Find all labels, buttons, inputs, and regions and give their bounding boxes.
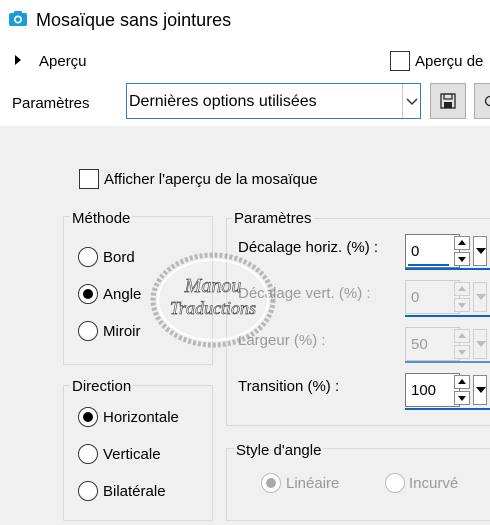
vertical-offset-spin-up-icon <box>454 282 470 296</box>
preset-select[interactable]: Dernières options utilisées <box>126 83 421 119</box>
app-camera-icon <box>9 11 27 26</box>
width-input: 50 <box>405 327 460 361</box>
show-tile-preview-label: Afficher l'aperçu de la mosaïque <box>104 171 318 188</box>
vertical-offset-value: 0 <box>411 289 420 306</box>
chevron-down-icon <box>406 98 418 106</box>
floppy-save-icon <box>440 93 456 109</box>
corner-label-lineaire: Linéaire <box>286 475 340 492</box>
preset-selected-value: Dernières options utilisées <box>129 93 317 110</box>
method-radio-miroir[interactable] <box>78 321 98 341</box>
corner-style-group-title: Style d'angle <box>234 442 324 459</box>
vertical-offset-slider-track <box>405 315 490 317</box>
corner-radio-incurve <box>385 473 405 493</box>
horizontal-offset-spin-up-icon[interactable] <box>454 236 470 250</box>
preset-options-button[interactable] <box>474 83 490 119</box>
method-group-title: Méthode <box>70 210 133 227</box>
presets-label: Paramètres <box>12 95 90 112</box>
preset-dropdown-button[interactable] <box>402 84 420 118</box>
save-preset-button[interactable] <box>430 83 466 119</box>
method-radio-angle[interactable] <box>78 284 98 304</box>
watermark-line2: Traductions <box>170 298 256 318</box>
parameters-group-title: Paramètres <box>232 210 314 227</box>
watermark-logo: Manou Traductions <box>150 252 276 348</box>
vertical-offset-input: 0 <box>405 280 460 314</box>
transition-input[interactable]: 100 <box>405 373 460 407</box>
vertical-offset-spin-down-icon <box>454 298 470 312</box>
corner-radio-lineaire <box>261 473 281 493</box>
method-label-angle: Angle <box>103 286 142 303</box>
width-spin-up-icon <box>454 329 470 343</box>
preview-checkbox[interactable] <box>390 51 410 71</box>
horizontal-offset-dropdown-icon[interactable] <box>473 236 487 266</box>
transition-value: 100 <box>411 382 437 399</box>
show-tile-preview-checkbox[interactable] <box>79 169 99 189</box>
direction-radio-horizontale[interactable] <box>78 407 98 427</box>
preview-section-label[interactable]: Aperçu <box>39 53 87 70</box>
vertical-offset-dropdown-icon <box>473 282 487 312</box>
direction-radio-verticale[interactable] <box>78 444 98 464</box>
width-dropdown-icon <box>473 329 487 359</box>
transition-label: Transition (%) : <box>238 378 340 395</box>
direction-label-bilaterale: Bilatérale <box>103 483 166 500</box>
width-value: 50 <box>411 336 428 353</box>
method-radio-bord[interactable] <box>78 247 98 267</box>
watermark-line1: Manou <box>184 275 242 297</box>
horizontal-offset-value: 0 <box>411 243 420 260</box>
width-spin-down-icon <box>454 345 470 359</box>
method-label-bord: Bord <box>103 249 135 266</box>
transition-spin-up-icon[interactable] <box>454 375 470 389</box>
horizontal-offset-slider-track[interactable] <box>405 268 490 270</box>
horizontal-offset-input[interactable]: 0 <box>405 234 460 268</box>
window-title: Mosaïque sans jointures <box>36 10 232 30</box>
direction-label-horizontale: Horizontale <box>103 409 179 426</box>
method-label-miroir: Miroir <box>103 323 141 340</box>
direction-group-title: Direction <box>70 378 134 395</box>
width-slider-track <box>405 361 490 363</box>
preview-checkbox-label: Aperçu de <box>415 53 484 70</box>
corner-label-incurve: Incurvé <box>409 475 459 492</box>
direction-label-verticale: Verticale <box>103 446 161 463</box>
preset-options-icon <box>484 95 490 107</box>
transition-slider-track[interactable] <box>405 408 490 410</box>
transition-dropdown-icon[interactable] <box>473 375 487 405</box>
expand-arrow-icon[interactable] <box>13 54 23 66</box>
direction-radio-bilaterale[interactable] <box>78 481 98 501</box>
input-focus-underline <box>408 264 449 266</box>
horizontal-offset-spin-down-icon[interactable] <box>454 252 470 266</box>
transition-spin-down-icon[interactable] <box>454 391 470 405</box>
